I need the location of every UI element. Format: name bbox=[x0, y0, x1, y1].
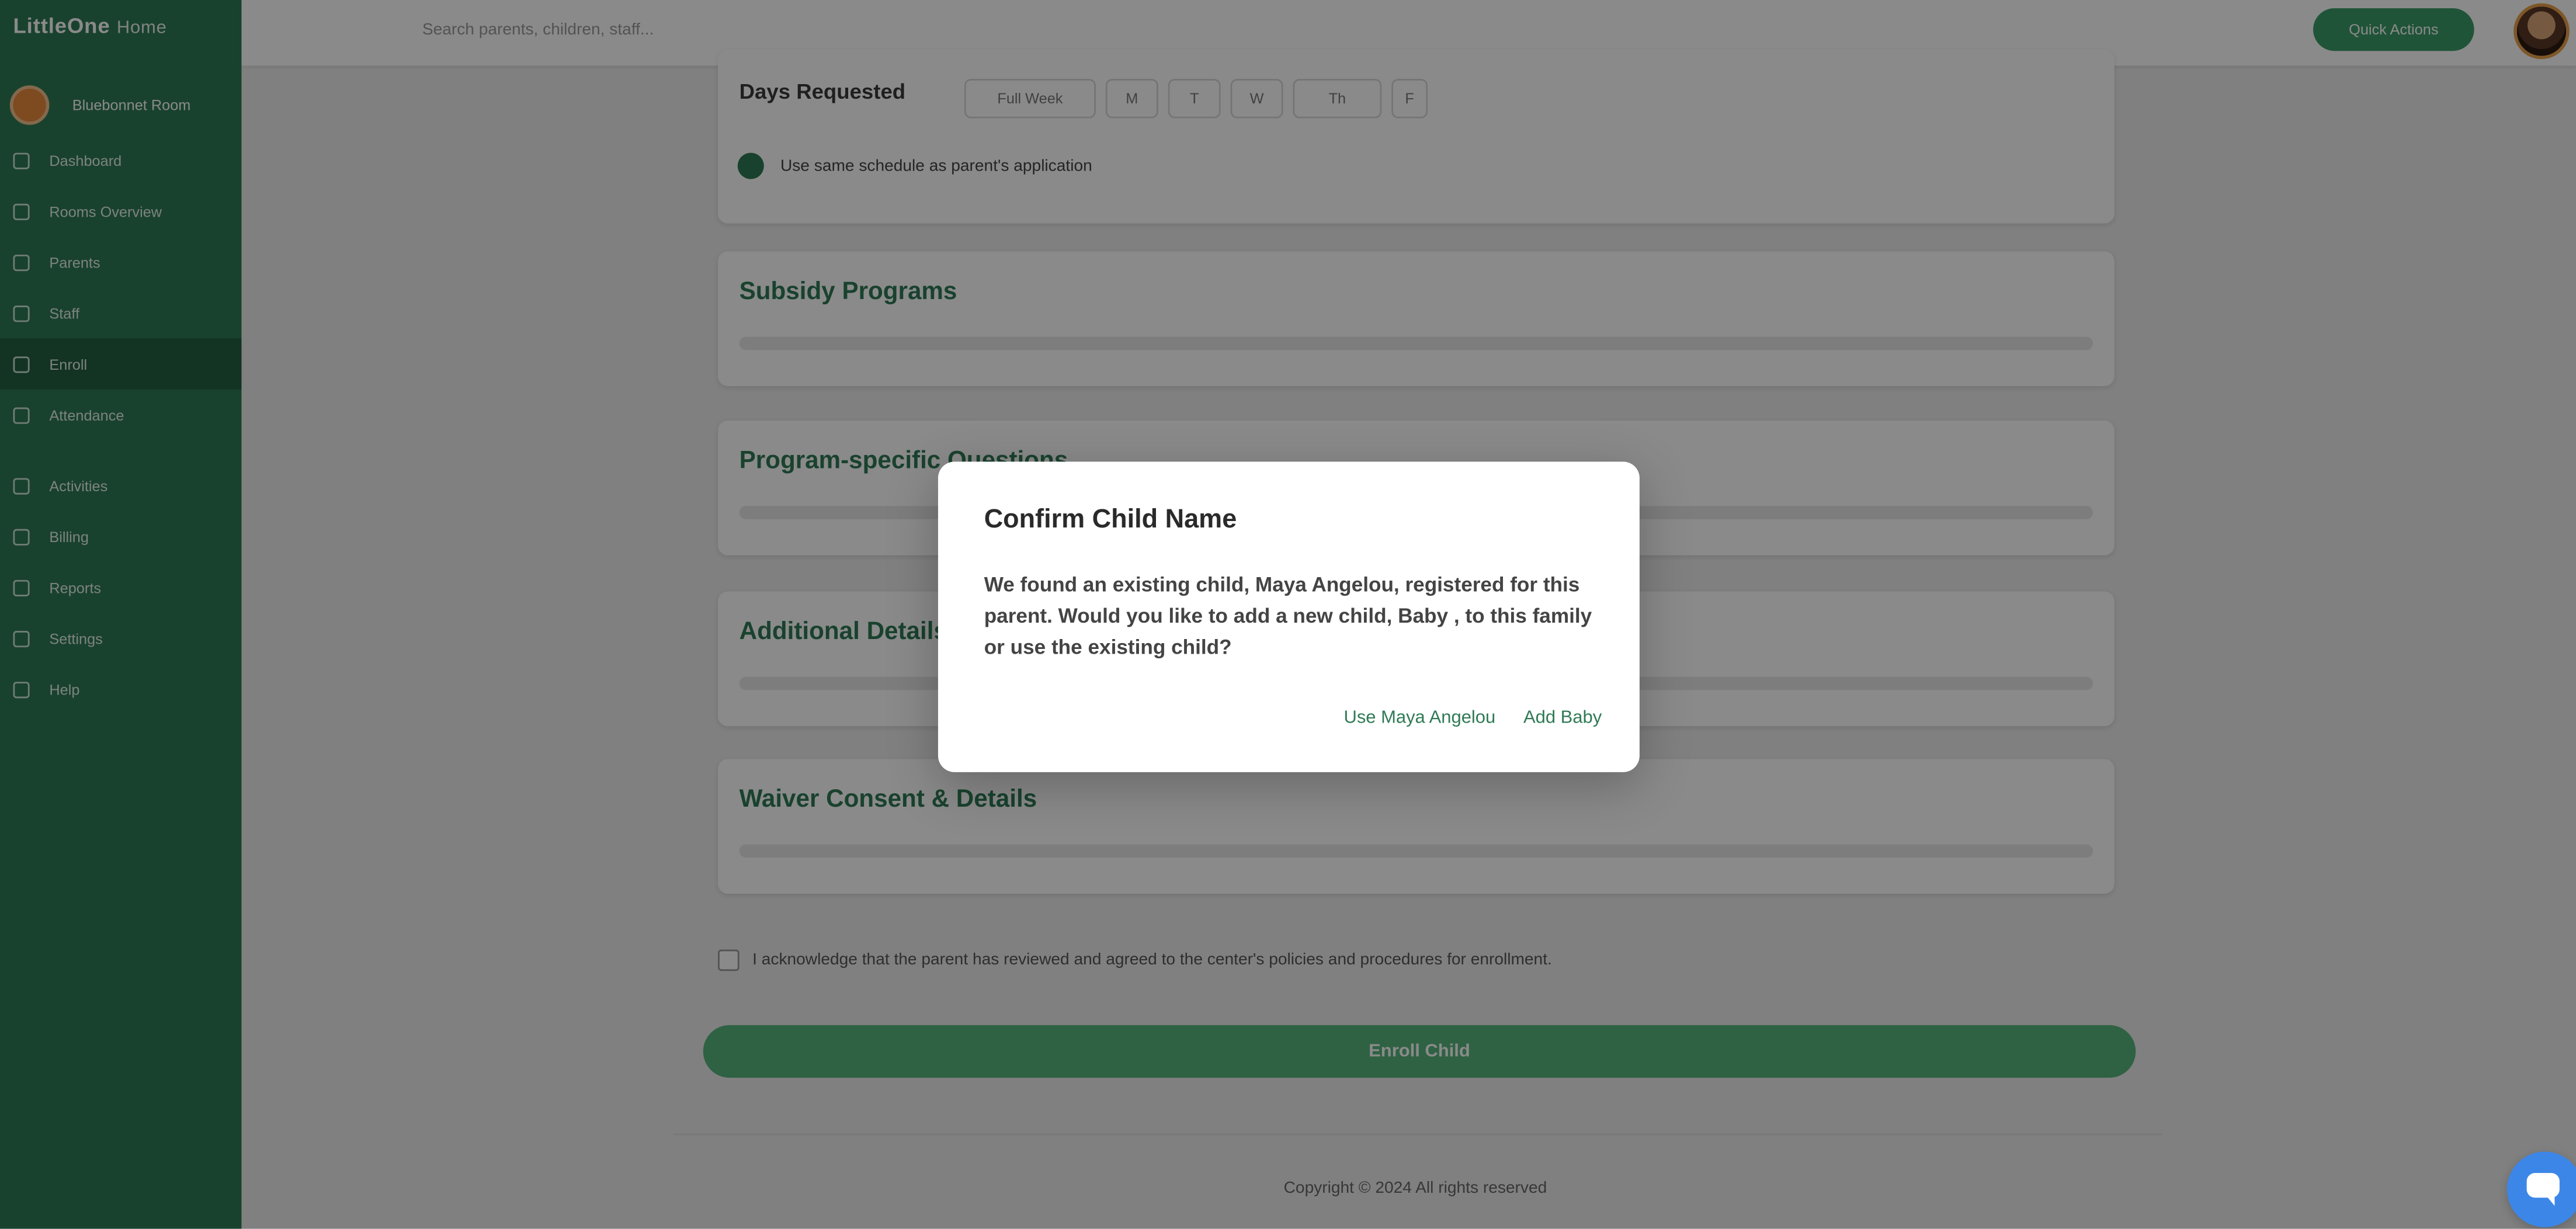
dialog-message: We found an existing child, Maya Angelou… bbox=[984, 573, 1592, 659]
dialog-title: Confirm Child Name bbox=[984, 506, 1237, 534]
app-root: LittleOne Home Bluebonnet Room Dashboard … bbox=[0, 0, 2576, 1229]
chat-bubble-icon bbox=[2526, 1173, 2560, 1206]
add-new-child-button[interactable]: Add Baby bbox=[1523, 708, 1602, 728]
chat-support-button[interactable] bbox=[2506, 1151, 2576, 1227]
use-existing-child-button[interactable]: Use Maya Angelou bbox=[1343, 708, 1495, 728]
dialog-actions: Use Maya Angelou Add Baby bbox=[1343, 708, 1602, 728]
confirm-child-name-dialog: Confirm Child Name We found an existing … bbox=[938, 461, 1640, 772]
